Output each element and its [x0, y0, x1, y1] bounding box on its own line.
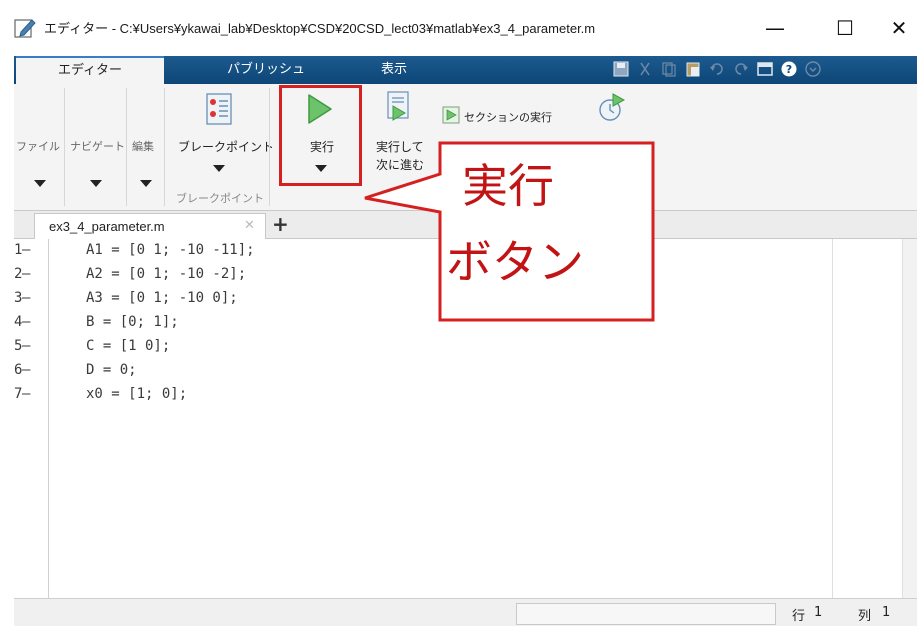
options-icon[interactable] — [804, 60, 822, 78]
breakpoints-group-caption: ブレークポイント — [176, 192, 264, 205]
add-tab-icon[interactable]: + — [272, 212, 289, 236]
code-line[interactable]: 4 – B = [0; 1]; — [14, 314, 814, 338]
status-bar: 行 1 列 1 — [14, 598, 917, 626]
navigate-dropdown-arrow-icon[interactable] — [90, 180, 102, 187]
document-tab-label: ex3_4_parameter.m — [49, 219, 165, 234]
cut-icon[interactable] — [636, 60, 654, 78]
line-marker: – — [22, 242, 31, 258]
run-section-icon[interactable] — [442, 106, 460, 124]
minimize-button[interactable]: — — [752, 8, 798, 48]
line-marker: – — [22, 290, 31, 306]
column-label: 列 — [858, 609, 872, 624]
window-title: エディター - C:¥Users¥ykawai_lab¥Desktop¥CSD¥… — [44, 21, 596, 36]
vertical-scrollbar[interactable] — [902, 239, 917, 598]
code-text: x0 = [1; 0]; — [86, 386, 188, 402]
ribbon-tab-bar: エディター パブリッシュ 表示 ? — [14, 56, 917, 84]
tab-publish[interactable]: パブリッシュ — [192, 56, 340, 84]
code-text: A2 = [0 1; -10 -2]; — [86, 266, 247, 282]
code-line[interactable]: 3 – A3 = [0 1; -10 0]; — [14, 290, 814, 314]
breakpoints-label[interactable]: ブレークポイント — [178, 138, 274, 155]
code-text: A3 = [0 1; -10 0]; — [86, 290, 238, 306]
run-and-time-icon[interactable] — [596, 92, 626, 124]
row-value: 1 — [814, 605, 823, 620]
undo-icon[interactable] — [708, 60, 726, 78]
column-value: 1 — [882, 605, 891, 620]
line-marker: – — [22, 314, 31, 330]
row-label: 行 — [792, 609, 806, 624]
close-tab-icon[interactable]: ✕ — [244, 218, 255, 233]
line-marker: – — [22, 338, 31, 354]
line-marker: – — [22, 266, 31, 282]
run-section-label[interactable]: セクションの実行 — [464, 109, 552, 125]
code-line[interactable]: 6 – D = 0; — [14, 362, 814, 386]
layout-icon[interactable] — [756, 60, 774, 78]
callout-text-line1: 実行 — [462, 159, 554, 213]
breakpoints-icon[interactable] — [204, 92, 234, 126]
editor-app-icon — [14, 19, 36, 38]
svg-text:?: ? — [786, 63, 792, 76]
status-message-box — [516, 603, 776, 625]
edit-menu-label[interactable]: 編集 — [132, 138, 154, 154]
line-marker: – — [22, 386, 31, 402]
redo-icon[interactable] — [732, 60, 750, 78]
help-icon[interactable]: ? — [780, 60, 798, 78]
tab-editor[interactable]: エディター — [16, 56, 164, 84]
run-and-advance-label-2[interactable]: 次に進む — [376, 156, 424, 173]
group-separator — [64, 88, 65, 206]
group-separator — [164, 88, 165, 206]
group-separator — [269, 88, 270, 206]
code-line[interactable]: 5 – C = [1 0]; — [14, 338, 814, 362]
run-and-advance-label-1[interactable]: 実行して — [376, 138, 424, 155]
edit-dropdown-arrow-icon[interactable] — [140, 180, 152, 187]
code-text: D = 0; — [86, 362, 137, 378]
code-line[interactable]: 2 – A2 = [0 1; -10 -2]; — [14, 266, 814, 290]
document-tab[interactable]: ex3_4_parameter.m ✕ — [34, 213, 266, 239]
line-marker: – — [22, 362, 31, 378]
maximize-button[interactable]: ☐ — [822, 8, 868, 48]
file-menu-label[interactable]: ファイル — [16, 138, 60, 154]
close-button[interactable]: ✕ — [876, 8, 917, 48]
copy-icon[interactable] — [660, 60, 678, 78]
file-dropdown-arrow-icon[interactable] — [34, 180, 46, 187]
save-icon[interactable] — [612, 60, 630, 78]
code-text: C = [1 0]; — [86, 338, 171, 354]
navigate-menu-label[interactable]: ナビゲート — [70, 138, 125, 154]
code-text: A1 = [0 1; -10 -11]; — [86, 242, 255, 258]
run-button-highlight — [279, 85, 362, 186]
code-text: B = [0; 1]; — [86, 314, 179, 330]
callout-text-line2: ボタン — [446, 235, 584, 289]
title-bar: エディター - C:¥Users¥ykawai_lab¥Desktop¥CSD¥… — [0, 0, 917, 56]
group-separator — [126, 88, 127, 206]
tab-view[interactable]: 表示 — [354, 56, 434, 84]
code-editor[interactable]: 1 – A1 = [0 1; -10 -11]; 2 – A2 = [0 1; … — [14, 239, 917, 598]
run-and-advance-icon[interactable] — [384, 90, 412, 124]
code-line[interactable]: 1 – A1 = [0 1; -10 -11]; — [14, 242, 814, 266]
code-line[interactable]: 7 – x0 = [1; 0]; — [14, 386, 814, 410]
paste-icon[interactable] — [684, 60, 702, 78]
right-text-limit-line — [832, 239, 833, 598]
breakpoints-dropdown-arrow-icon[interactable] — [213, 165, 225, 172]
